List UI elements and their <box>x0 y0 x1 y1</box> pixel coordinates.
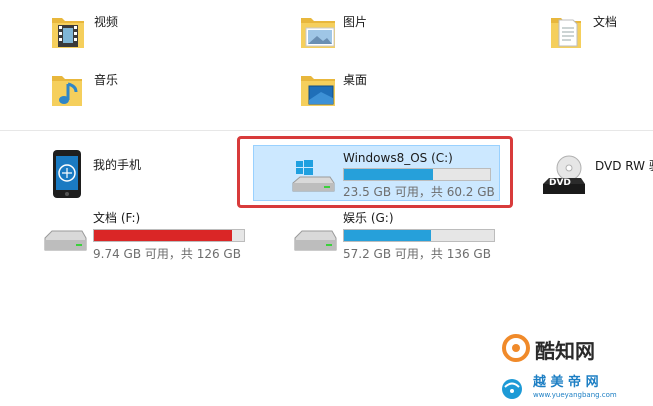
video-folder-icon <box>52 18 84 48</box>
folder-item-videos[interactable]: 视频 <box>48 8 168 54</box>
watermark-url: www.yueyangbang.com <box>533 391 617 399</box>
dvd-badge: DVD <box>549 178 571 188</box>
folder-label: 桌面 <box>343 73 368 87</box>
folder-item-documents[interactable]: 文档 <box>547 8 647 54</box>
music-folder-icon <box>52 76 82 106</box>
drive-usage-bar <box>93 229 245 242</box>
drive-item-g[interactable]: 娱乐 (G:) 57.2 GB 可用，共 136 GB <box>292 208 502 264</box>
documents-folder-icon <box>551 18 581 48</box>
drive-capacity: 9.74 GB 可用，共 126 GB <box>93 247 241 261</box>
dvd-drive-icon <box>543 155 585 194</box>
drive-usage-fill <box>94 230 232 241</box>
watermark-brand-secondary: 越 美 帝 网 <box>533 375 599 390</box>
device-label: 我的手机 <box>93 158 142 172</box>
pictures-folder-icon <box>301 18 335 48</box>
desktop-folder-icon <box>301 76 335 106</box>
drive-capacity: 57.2 GB 可用，共 136 GB <box>343 247 491 261</box>
phone-icon <box>53 150 81 198</box>
drive-capacity: 23.5 GB 可用，共 60.2 GB <box>343 185 495 199</box>
watermark-logo-icon <box>502 334 530 362</box>
hard-drive-icon <box>294 230 337 251</box>
drive-usage-fill <box>344 230 431 241</box>
folder-item-desktop[interactable]: 桌面 <box>297 66 417 112</box>
folder-label: 图片 <box>343 15 368 29</box>
drive-usage-fill <box>344 169 434 180</box>
section-divider <box>0 130 653 131</box>
drive-label: 文档 (F:) <box>93 211 141 225</box>
watermark-wifi-icon <box>502 379 522 399</box>
device-item-dvd[interactable]: DVD DVD RW 驱 <box>541 154 653 204</box>
drive-usage-bar <box>343 229 495 242</box>
hard-drive-icon <box>44 230 87 251</box>
folder-item-music[interactable]: 音乐 <box>48 66 168 112</box>
folder-label: 音乐 <box>94 73 119 87</box>
watermark: 酷知网 越 美 帝 网 www.yueyangbang.com <box>493 331 653 406</box>
device-label: DVD RW 驱 <box>595 159 653 173</box>
folder-item-pictures[interactable]: 图片 <box>297 8 417 54</box>
watermark-brand: 酷知网 <box>535 339 595 363</box>
drive-label: 娱乐 (G:) <box>343 211 394 225</box>
drive-usage-bar <box>343 168 491 181</box>
windows-drive-icon <box>292 160 335 192</box>
drive-item-f[interactable]: 文档 (F:) 9.74 GB 可用，共 126 GB <box>42 208 252 264</box>
device-item-phone[interactable]: 我的手机 <box>48 148 178 200</box>
drive-item-c[interactable]: Windows8_OS (C:) 23.5 GB 可用，共 60.2 GB <box>290 145 500 201</box>
folder-label: 视频 <box>94 15 119 29</box>
folder-label: 文档 <box>593 15 618 29</box>
drive-label: Windows8_OS (C:) <box>343 151 453 165</box>
